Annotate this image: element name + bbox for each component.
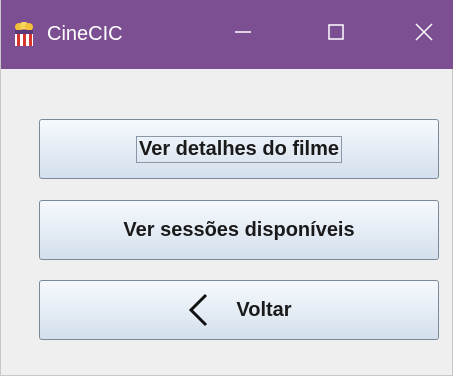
chevron-left-icon — [186, 293, 210, 327]
maximize-button[interactable] — [306, 10, 366, 58]
back-button[interactable]: Voltar — [39, 280, 439, 340]
minimize-icon — [233, 22, 253, 47]
available-sessions-label: Ver sessões disponíveis — [123, 218, 355, 241]
app-window: CineCIC Ver detalhes do filme Ver sessõe… — [0, 0, 453, 376]
main-panel: Ver detalhes do filme Ver sessões dispon… — [1, 69, 453, 376]
cinema-popcorn-icon — [13, 21, 35, 46]
close-icon — [413, 21, 435, 48]
back-label: Voltar — [236, 298, 292, 321]
movie-details-button[interactable]: Ver detalhes do filme — [39, 119, 439, 179]
minimize-button[interactable] — [213, 10, 273, 58]
window-title: CineCIC — [47, 23, 123, 45]
movie-details-label: Ver detalhes do filme — [135, 135, 343, 163]
available-sessions-button[interactable]: Ver sessões disponíveis — [39, 200, 439, 260]
maximize-icon — [326, 22, 346, 47]
title-bar[interactable]: CineCIC — [1, 0, 453, 69]
close-button[interactable] — [394, 10, 453, 58]
